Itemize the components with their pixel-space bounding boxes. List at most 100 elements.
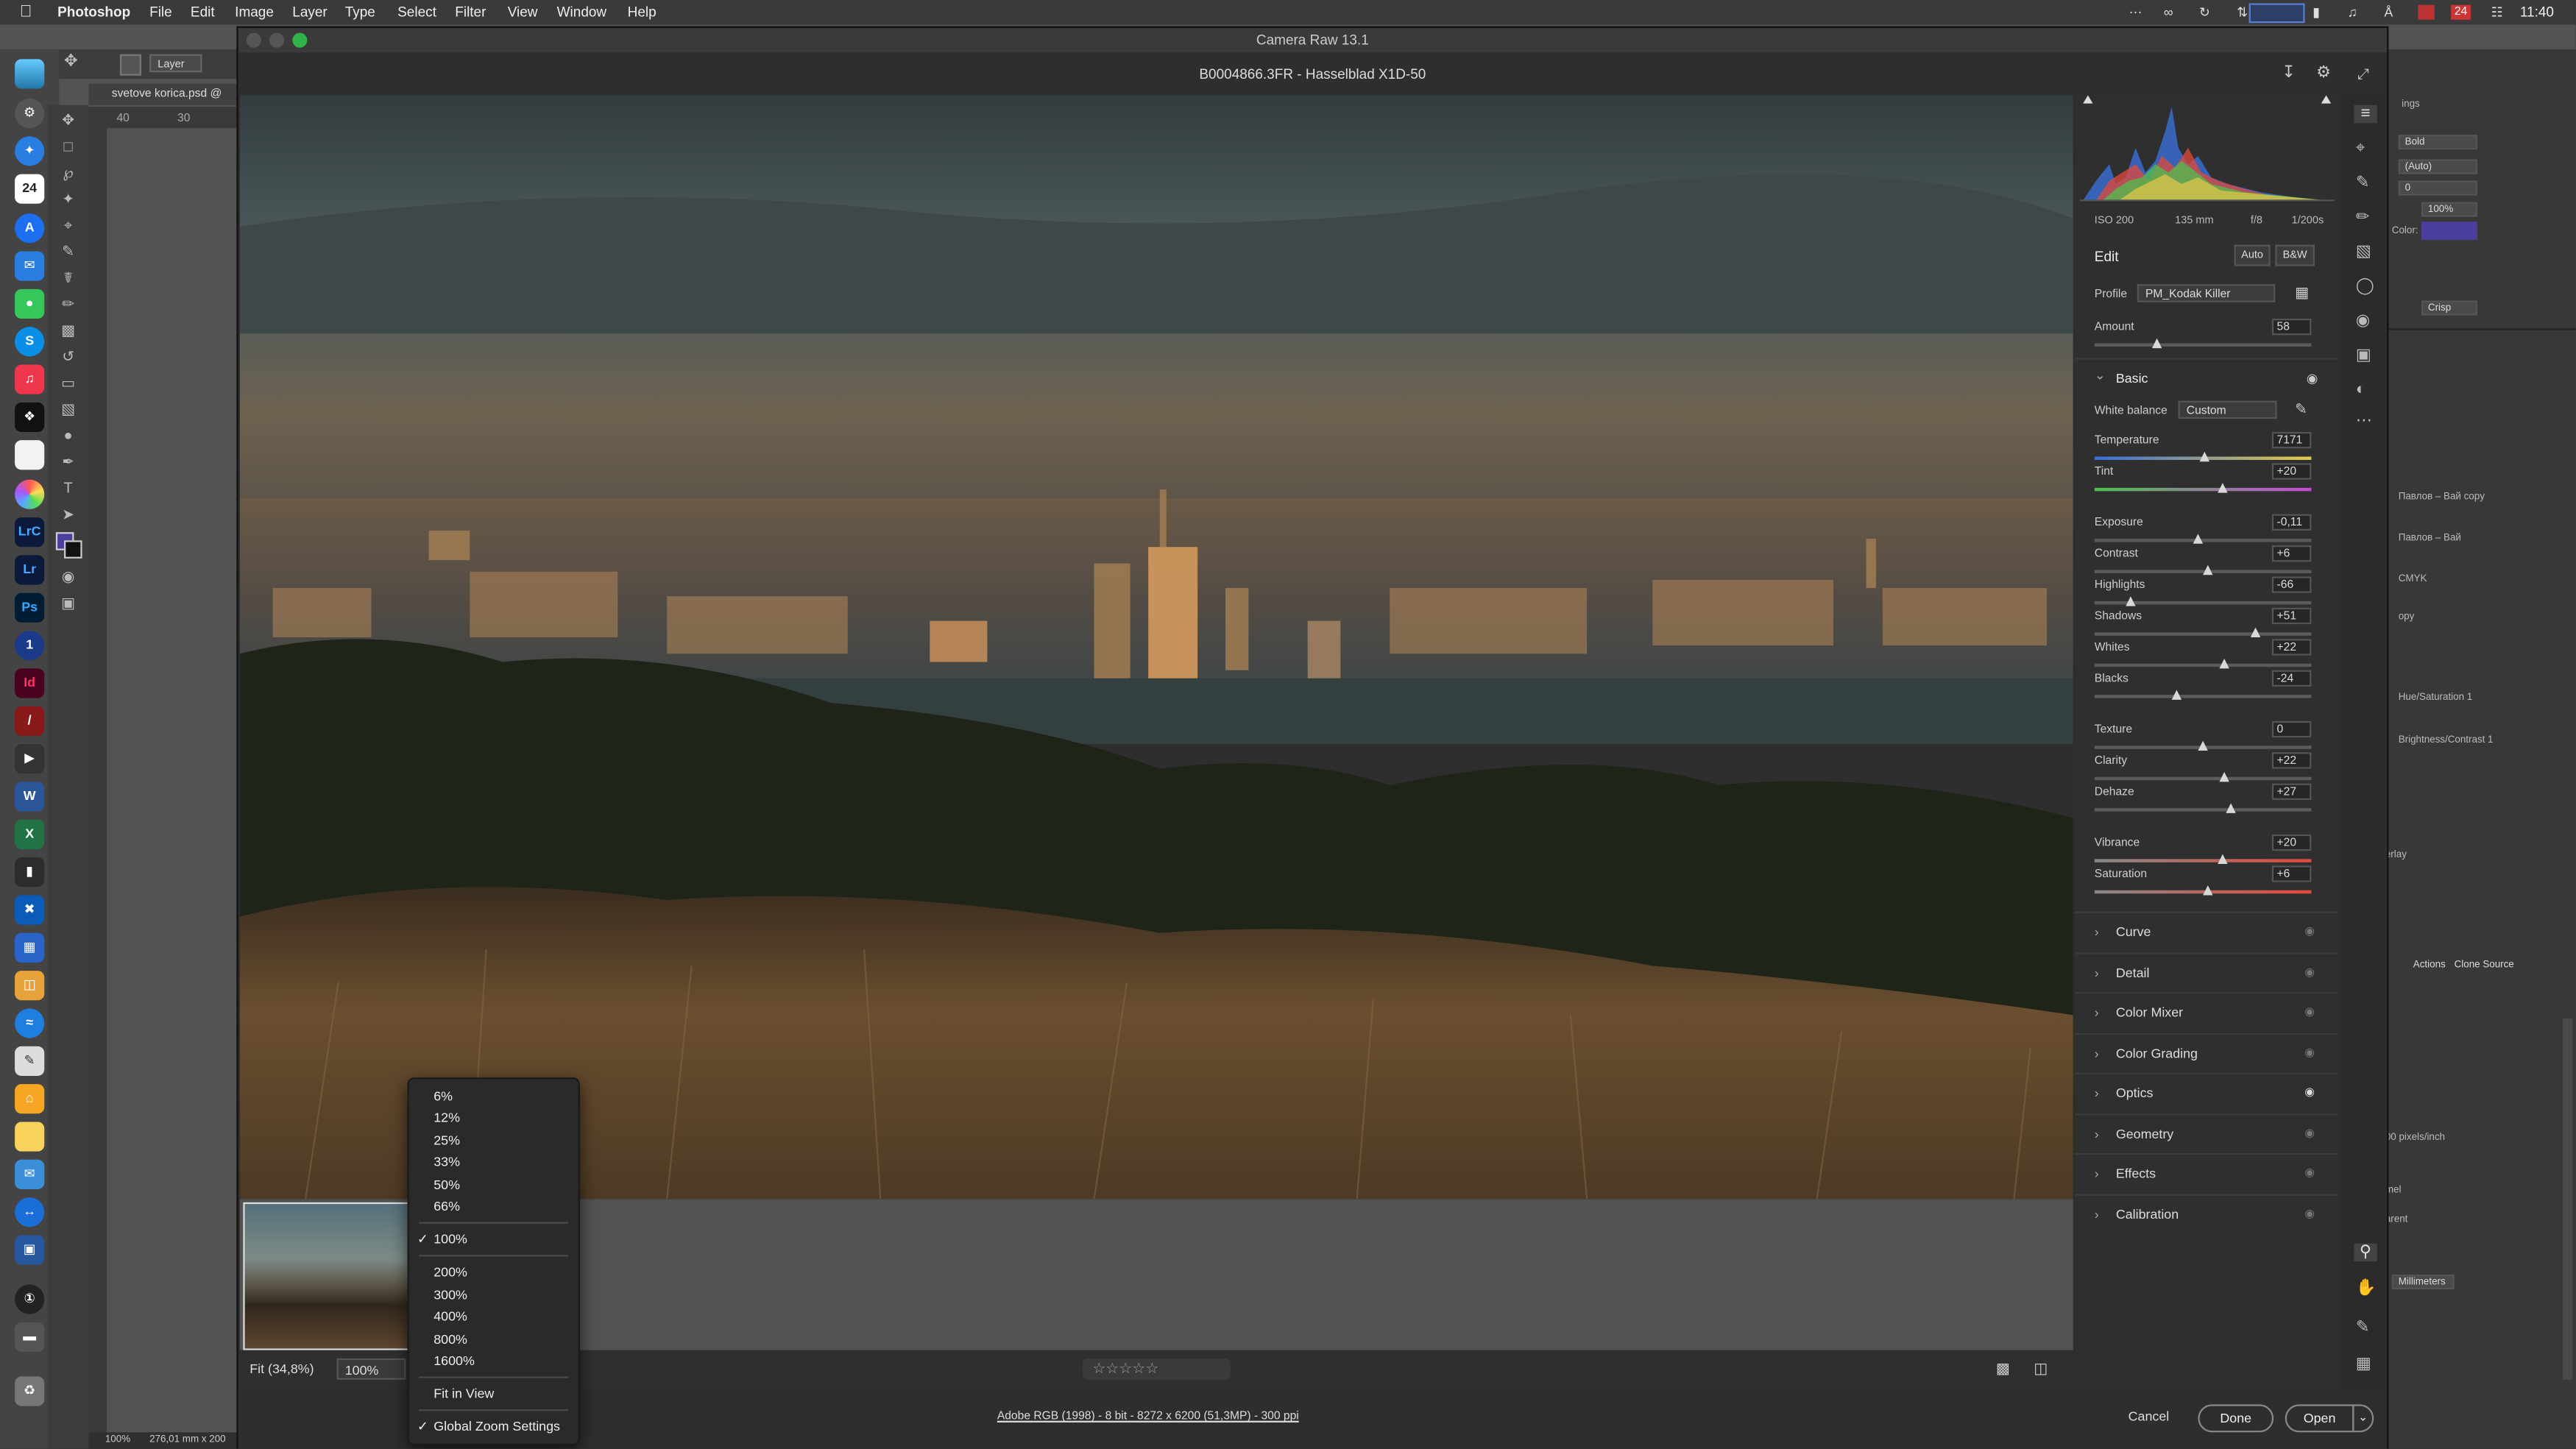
screen-mode-icon[interactable]: ▣ [59,595,77,613]
zoom-option-33[interactable]: 33% [409,1152,578,1173]
layer-name-4[interactable]: opy [2399,613,2415,623]
section-effects[interactable]: › Effects ◉ [2075,1152,2338,1194]
exposure-knob[interactable] [2193,534,2204,544]
visibility-eye-icon[interactable]: ◉ [2304,1034,2315,1074]
chevron-right-icon[interactable]: › [2095,954,2099,993]
dodge-icon[interactable]: ● [59,427,77,445]
section-calibration-label[interactable]: Calibration [2116,1195,2179,1235]
wb-eyedropper-icon[interactable]: ✎ [2295,401,2307,419]
graduated-filter-icon[interactable]: ▧ [2356,243,2371,261]
dehaze-track[interactable] [2094,808,2312,812]
zoom-option-6[interactable]: 6% [409,1085,578,1107]
eraser-icon[interactable]: ▭ [59,375,77,393]
vibrance-track[interactable] [2094,859,2312,862]
move-icon[interactable]: ✥ [59,112,77,130]
istat-icon[interactable]: ▮ [15,857,45,888]
star-rating[interactable]: ☆☆☆☆☆ [1082,1358,1231,1380]
save-image-icon[interactable]: ↧ [2282,52,2296,95]
section-calibration[interactable]: › Calibration ◉ [2075,1193,2338,1235]
amount-knob[interactable] [2152,338,2162,349]
lasso-icon[interactable]: ℘ [59,164,77,183]
minimize-window-icon[interactable] [269,32,285,48]
temperature-value[interactable]: 7171 [2271,432,2312,449]
clarity-value[interactable]: +22 [2271,752,2312,769]
battery-icon[interactable]: ▮ [2308,5,2324,20]
tab-clone-source[interactable]: Clone Source [2455,961,2514,971]
amount-slider[interactable]: Amount 58 [2094,319,2312,352]
texture-slider[interactable]: Texture 0 [2094,720,2312,755]
fit-in-view-option[interactable]: Fit in View [409,1383,578,1404]
zoom-fit-button[interactable]: Fit (34,8%) [250,1361,314,1376]
shadows-slider[interactable]: Shadows +51 [2094,607,2312,642]
home-icon[interactable]: ⌂ [15,1084,45,1114]
menu-select[interactable]: Select [397,0,436,24]
crop-tool-icon[interactable]: ⌖ [2356,140,2366,158]
done-button[interactable]: Done [2198,1404,2274,1433]
zoom-option-50[interactable]: 50% [409,1175,578,1196]
tracking-select[interactable]: 0 [2398,180,2477,196]
highlights-value[interactable]: -66 [2271,576,2312,593]
move-tool-icon[interactable]: ✥ [64,52,78,71]
shadows-value[interactable]: +51 [2271,607,2312,625]
basic-chevron-icon[interactable]: ⌄ [2095,368,2106,383]
dehaze-knob[interactable] [2226,803,2237,813]
amount-value[interactable]: 58 [2271,319,2312,336]
chevron-right-icon[interactable]: › [2095,913,2099,953]
notes-icon[interactable] [15,440,45,470]
auto-button[interactable]: Auto [2234,244,2271,266]
clarity-track[interactable] [2094,776,2312,781]
volume-icon[interactable]: ♫ [2344,5,2360,20]
adjustment-brush-icon[interactable]: ✏ [2356,208,2370,227]
brush-icon[interactable]: ✏ [59,296,77,314]
chevron-right-icon[interactable]: › [2095,1034,2099,1074]
texture-value[interactable]: 0 [2271,720,2312,738]
basic-visibility-icon[interactable]: ◉ [2307,371,2318,386]
section-curve[interactable]: › Curve ◉ [2075,911,2338,953]
final-cut-icon[interactable]: ▶ [15,744,45,774]
presets-icon[interactable]: ◐ [2356,381,2366,400]
texture-knob[interactable] [2198,740,2208,751]
marquee-icon[interactable]: □ [59,138,77,156]
bw-button[interactable]: B&W [2275,244,2315,266]
more-icon[interactable]: ⋯ [2127,5,2143,20]
mail-icon[interactable]: ✉ [15,251,45,281]
chevron-right-icon[interactable]: › [2095,1074,2099,1114]
whites-slider[interactable]: Whites +22 [2094,639,2312,673]
whites-knob[interactable] [2219,659,2230,669]
quick-mask-icon[interactable]: ◉ [59,568,77,587]
panel-scrollbar[interactable] [2562,1018,2573,1380]
visibility-eye-icon[interactable]: ◉ [2304,1074,2315,1114]
menu-view[interactable]: View [508,0,538,24]
exposure-slider[interactable]: Exposure -0,11 [2094,514,2312,548]
antialias-select[interactable]: Crisp [2421,300,2477,316]
ps-status-zoom[interactable]: 100% [105,1432,130,1448]
menu-layer[interactable]: Layer [292,0,327,24]
lightroom-icon[interactable]: Lr [15,555,45,585]
vibrance-knob[interactable] [2217,854,2228,865]
blacks-track[interactable] [2094,695,2312,698]
messages-icon[interactable]: ● [15,288,45,319]
chevron-right-icon[interactable]: › [2095,1114,2099,1154]
layer-name-6[interactable]: Brightness/Contrast 1 [2399,736,2494,745]
zoom-option-25[interactable]: 25% [409,1130,578,1152]
zoom-option-300[interactable]: 300% [409,1284,578,1305]
tab-actions[interactable]: Actions [2413,961,2446,971]
preview-icon[interactable]: ▦ [15,932,45,963]
cancel-button[interactable]: Cancel [2119,1404,2178,1428]
zoom-tool-icon[interactable]: ⚲ [2354,1243,2377,1262]
path-select-icon[interactable]: ➤ [59,506,77,524]
apple-menu-icon[interactable]:  [20,0,32,24]
scale-field[interactable]: 100% [2421,202,2477,217]
clarity-slider[interactable]: Clarity +22 [2094,752,2312,787]
visibility-eye-icon[interactable]: ◉ [2304,1195,2315,1235]
blacks-value[interactable]: -24 [2271,670,2312,687]
color-sampler-icon[interactable]: ✎ [2356,1319,2370,1337]
profile-browser-icon[interactable]: ▦ [2295,284,2309,302]
downloads-icon[interactable]: ▬ [15,1322,45,1352]
section-detail[interactable]: › Detail ◉ [2075,952,2338,993]
eyedropper-icon[interactable]: ✎ [59,243,77,261]
close-window-icon[interactable] [246,32,261,48]
zoom-level-select[interactable]: 100% [336,1358,406,1380]
section-effects-label[interactable]: Effects [2116,1155,2156,1194]
history-brush-icon[interactable]: ↺ [59,348,77,366]
